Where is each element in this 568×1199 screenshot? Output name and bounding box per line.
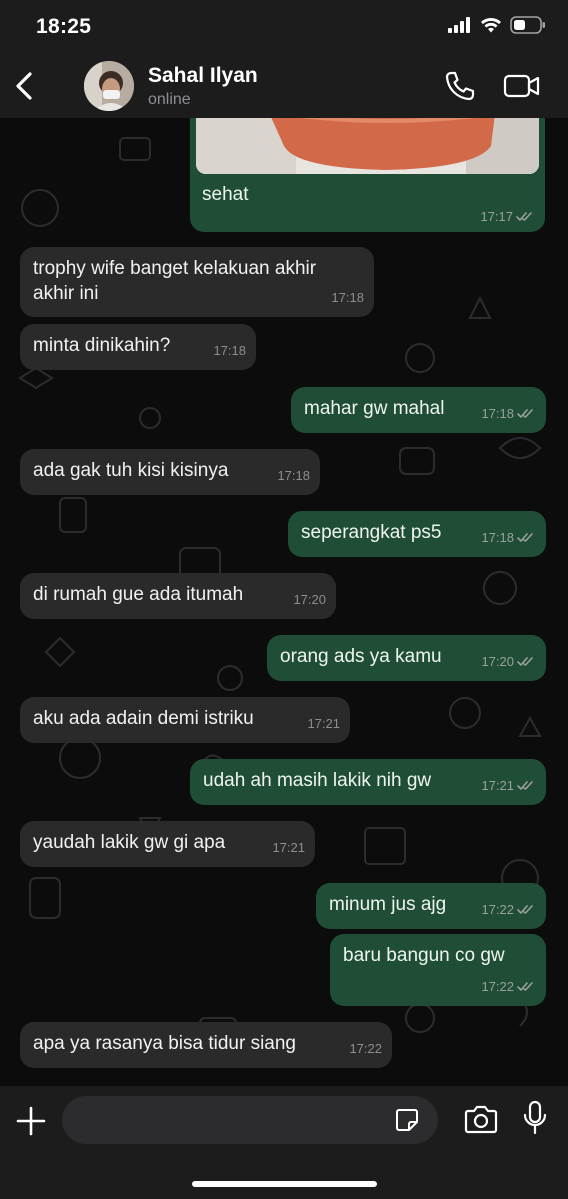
message-bubble-incoming[interactable]: apa ya rasanya bisa tidur siang 17:22 [20,1022,392,1068]
status-time: 18:25 [36,15,92,38]
message-bubble-outgoing[interactable]: orang ads ya kamu 17:20 [267,635,546,681]
message-text: trophy wife banget kelakuan akhir akhir … [33,258,317,304]
home-indicator[interactable] [192,1181,377,1187]
message-meta: 17:22 [481,974,536,999]
message-meta: 17:21 [307,711,340,736]
message-time: 17:20 [481,654,514,669]
microphone-icon [523,1100,547,1135]
message-meta: 17:18 [331,285,364,310]
message-bubble-incoming[interactable]: yaudah lakik gw gi apa 17:21 [20,821,315,867]
double-check-icon [517,982,533,991]
message-bubble-incoming[interactable]: di rumah gue ada itumah 17:20 [20,573,336,619]
photo-juice-glass [196,118,539,174]
chat-header: Sahal Ilyan online [0,56,568,119]
message-bubble-outgoing[interactable]: minum jus ajg 17:22 [316,883,546,929]
message-time: 17:18 [277,468,310,483]
chat-area[interactable]: sehat 17:17 trophy wife banget kelakuan … [0,118,568,1086]
message-text: seperangkat ps5 [301,522,442,543]
message-meta: 17:21 [272,835,305,860]
contact-avatar[interactable] [84,61,134,111]
message-bubble-incoming[interactable]: aku ada adain demi istriku 17:21 [20,697,350,743]
message-meta: 17:20 [481,649,536,674]
camera-icon [464,1105,498,1134]
message-time: 17:17 [480,209,513,224]
avatar-photo [84,61,134,111]
status-icons [448,16,546,34]
message-input[interactable] [62,1096,438,1144]
status-bar: 18:25 [0,0,568,56]
message-bubble-outgoing[interactable]: sehat 17:17 [190,118,545,232]
battery-icon [510,16,545,34]
message-text: baru bangun co gw [343,945,505,966]
plus-icon [16,1106,46,1136]
message-time: 17:21 [272,840,305,855]
double-check-icon [517,533,533,542]
message-meta: 17:21 [481,773,536,798]
cellular-signal-icon [448,17,470,33]
message-bubble-outgoing[interactable]: seperangkat ps5 17:18 [288,511,546,557]
message-text: minta dinikahin? [33,335,171,356]
message-time: 17:20 [293,592,326,607]
message-text: ada gak tuh kisi kisinya [33,460,229,481]
message-text: minum jus ajg [329,894,447,915]
phone-icon [445,71,475,101]
double-check-icon [517,905,533,914]
message-meta: 17:22 [349,1036,382,1061]
message-text: udah ah masih lakik nih gw [203,770,432,791]
sticker-icon [396,1109,418,1131]
message-meta: 17:17 [480,209,535,224]
attach-button[interactable] [14,1104,48,1138]
contact-name[interactable]: Sahal Ilyan [148,64,258,88]
contact-status: online [148,91,191,108]
message-time: 17:21 [307,716,340,731]
voice-message-button[interactable] [522,1100,548,1136]
message-bubble-outgoing[interactable]: udah ah masih lakik nih gw 17:21 [190,759,546,805]
message-time: 17:22 [349,1041,382,1056]
message-text: di rumah gue ada itumah [33,584,244,605]
back-button[interactable] [8,68,40,104]
message-meta: 17:18 [481,401,536,426]
message-time: 17:21 [481,778,514,793]
message-time: 17:18 [481,530,514,545]
message-bubble-incoming[interactable]: minta dinikahin? 17:18 [20,324,256,370]
message-text: aku ada adain demi istriku [33,708,254,729]
message-meta: 17:22 [481,897,536,922]
message-meta: 17:20 [293,587,326,612]
message-meta: 17:18 [213,338,246,363]
message-time: 17:18 [331,290,364,305]
message-bubble-outgoing[interactable]: mahar gw mahal 17:18 [291,387,546,433]
message-text: mahar gw mahal [304,398,445,419]
message-time: 17:18 [481,406,514,421]
sticker-button[interactable] [395,1108,419,1132]
message-text: apa ya rasanya bisa tidur siang [33,1033,296,1054]
message-meta: 17:18 [481,525,536,550]
message-bubble-incoming[interactable]: ada gak tuh kisi kisinya 17:18 [20,449,320,495]
message-bubble-incoming[interactable]: trophy wife banget kelakuan akhir akhir … [20,247,374,317]
message-meta: 17:18 [277,463,310,488]
message-time: 17:22 [481,979,514,994]
message-bubble-outgoing[interactable]: baru bangun co gw 17:22 [330,934,546,1006]
voice-call-button[interactable] [444,70,476,102]
message-time: 17:18 [213,343,246,358]
camera-button[interactable] [464,1104,498,1134]
double-check-icon [517,409,533,418]
chevron-left-icon [16,72,32,100]
double-check-icon [516,212,532,221]
double-check-icon [517,781,533,790]
message-text: sehat [202,184,249,205]
double-check-icon [517,657,533,666]
video-call-button[interactable] [503,72,541,100]
message-text: orang ads ya kamu [280,646,442,667]
video-camera-icon [503,74,540,98]
message-time: 17:22 [481,902,514,917]
message-text: yaudah lakik gw gi apa [33,832,226,853]
wifi-icon [481,18,501,33]
message-photo[interactable] [196,118,539,174]
